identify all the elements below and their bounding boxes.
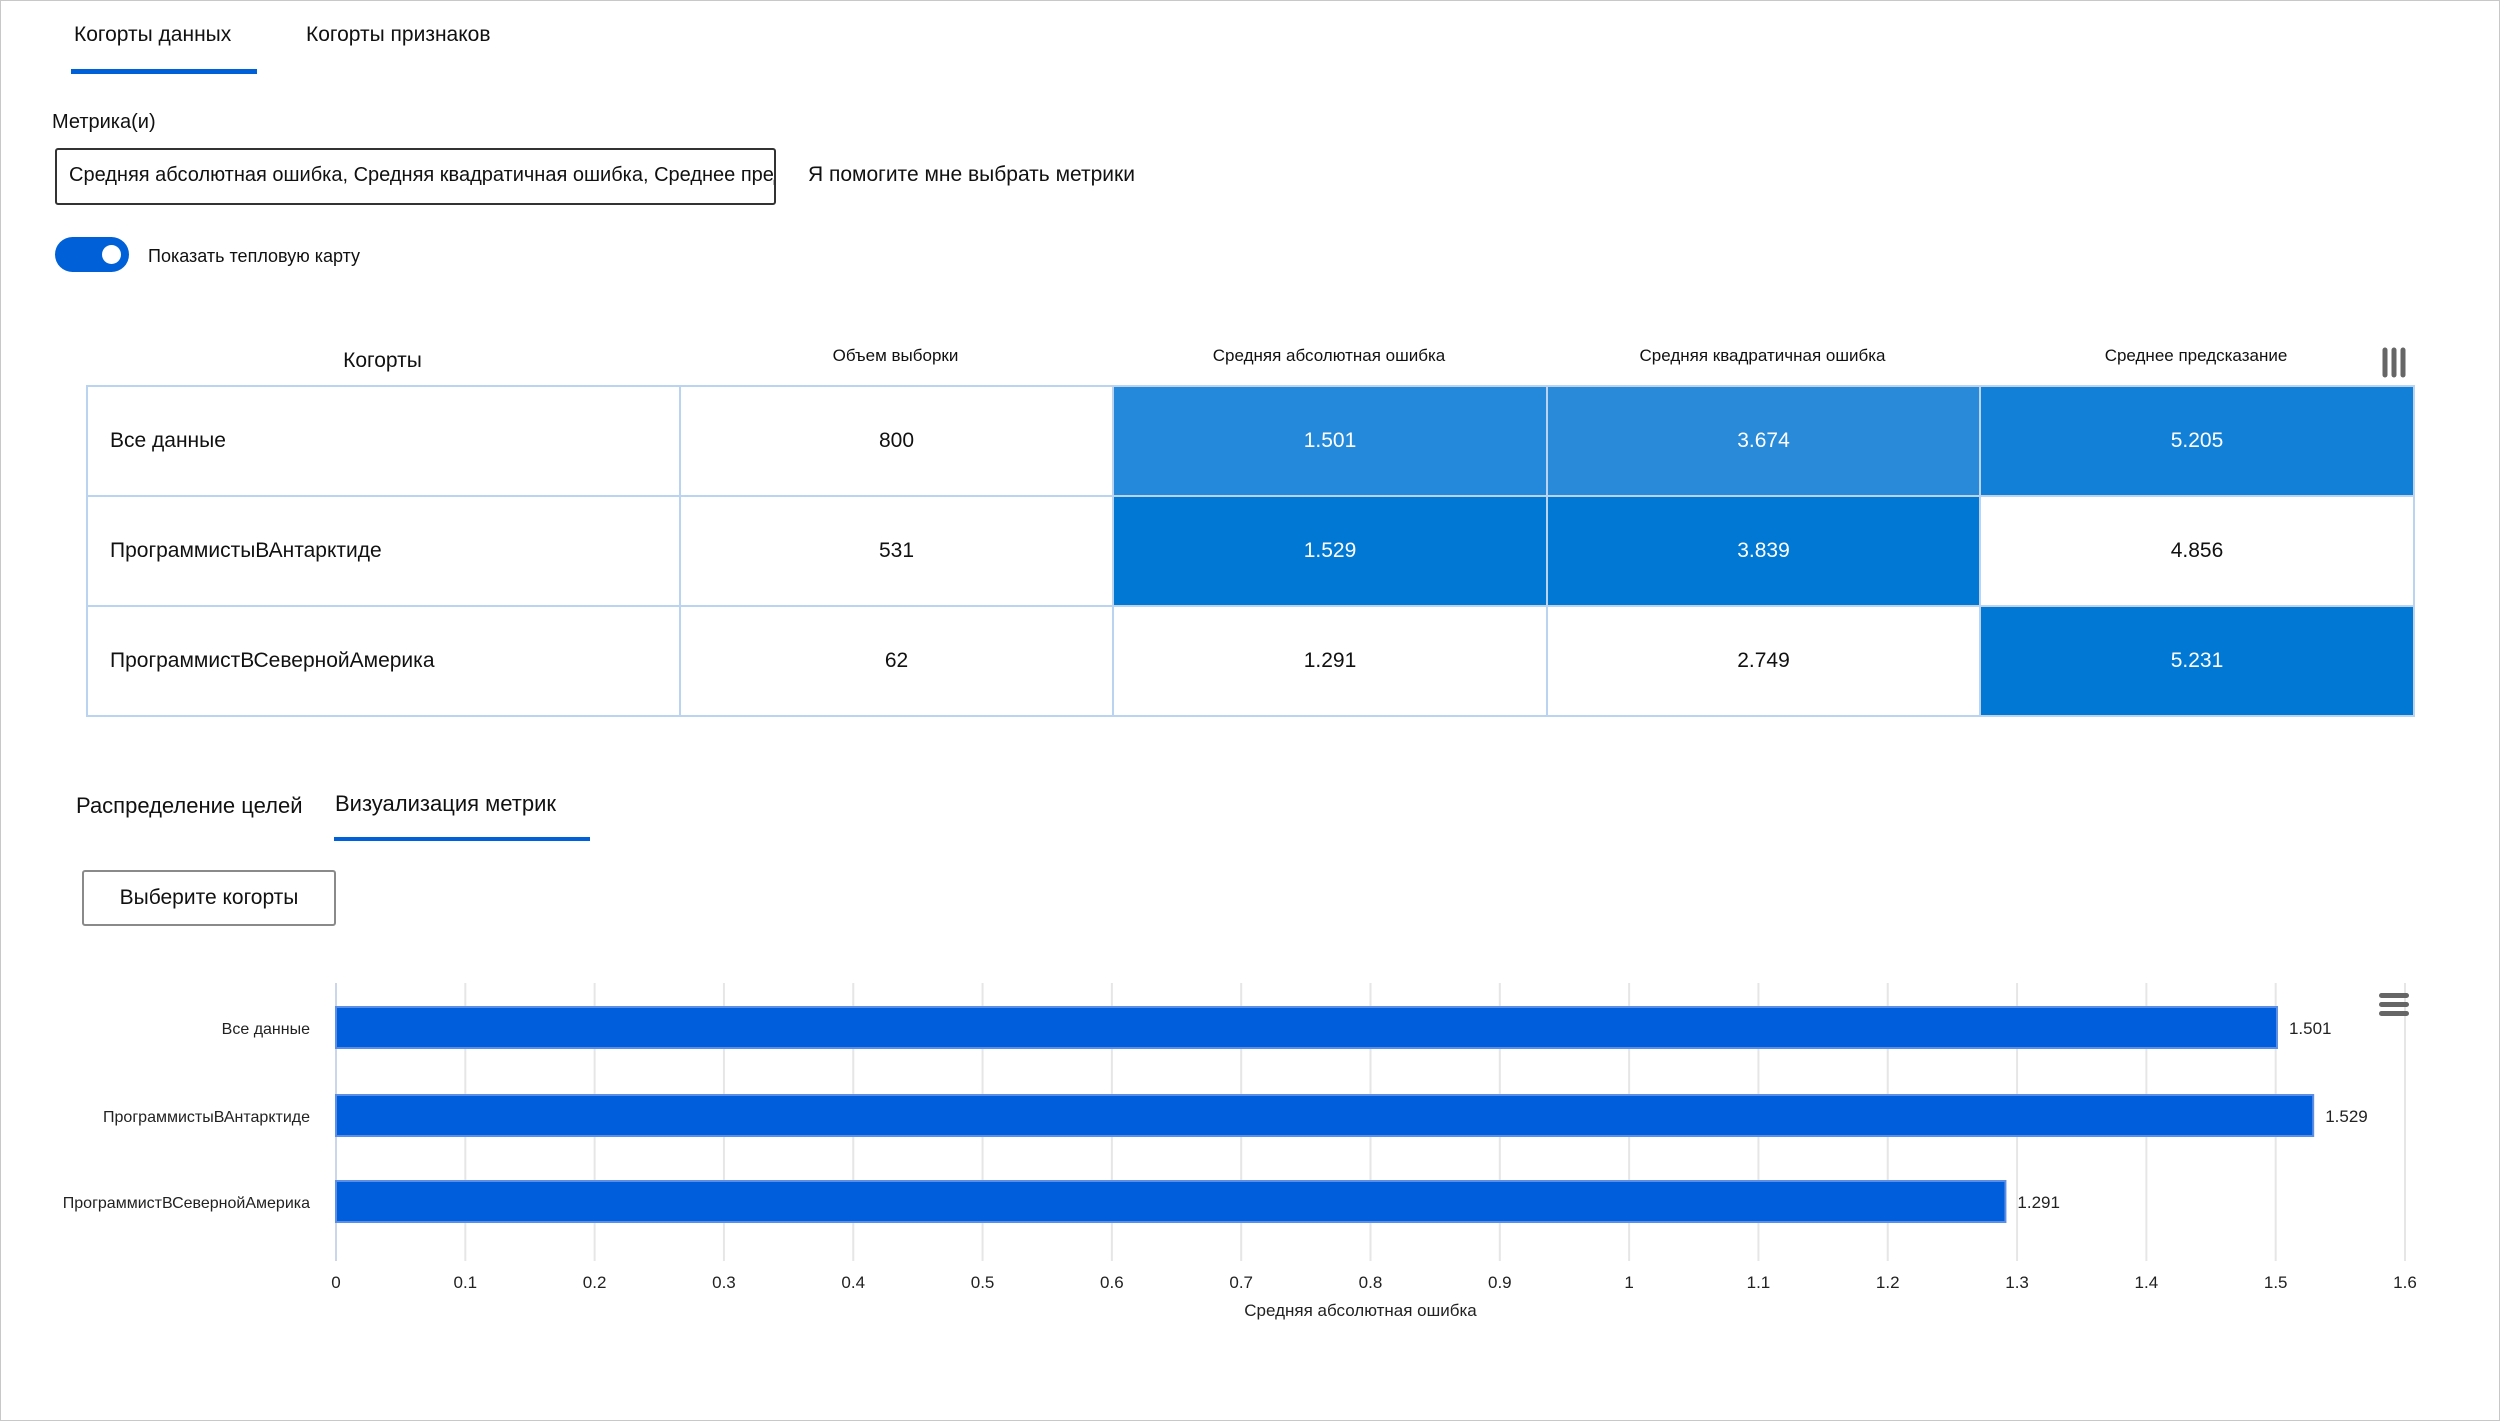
column-menu-icon[interactable] [2382, 347, 2406, 378]
x-tick-label: 1.6 [2393, 1273, 2417, 1292]
table-row: Все данные 800 1.501 3.674 5.205 [86, 385, 2415, 497]
active-tab-indicator [71, 69, 257, 74]
metric-cell: 4.856 [1979, 495, 2415, 607]
header-mae: Средняя абсолютная ошибка [1212, 346, 1446, 365]
x-tick-label: 0.7 [1229, 1273, 1253, 1292]
x-tick-label: 1 [1624, 1273, 1633, 1292]
x-tick-label: 1.5 [2264, 1273, 2288, 1292]
bar-data-label: 1.291 [2017, 1193, 2060, 1212]
cohort-name: ПрограммистыВАнтарктиде [86, 495, 681, 607]
x-tick-label: 0.4 [841, 1273, 865, 1292]
select-cohorts-button[interactable]: Выберите когорты [82, 870, 336, 926]
x-tick-label: 0.6 [1100, 1273, 1124, 1292]
x-tick-label: 1.2 [1876, 1273, 1900, 1292]
category-label: ПрограммистВСевернойАмерика [63, 1195, 310, 1212]
x-tick-label: 0.3 [712, 1273, 736, 1292]
header-mean-prediction: Среднее предсказание [2104, 346, 2288, 365]
heatmap-toggle-label: Показать тепловую карту [148, 246, 361, 266]
table-row: ПрограммистВСевернойАмерика 62 1.291 2.749 5… [86, 605, 2415, 717]
bar [335, 1094, 2315, 1137]
x-tick-label: 0.5 [971, 1273, 995, 1292]
tab-metrics-visualization[interactable]: Визуализация метрик [335, 791, 556, 817]
heatmap-toggle[interactable] [55, 237, 129, 272]
x-tick-label: 1.3 [2005, 1273, 2029, 1292]
metric-cell: 1.529 [1112, 495, 1548, 607]
x-tick-label: 0 [331, 1273, 340, 1292]
x-tick-label: 0.1 [453, 1273, 477, 1292]
mae-bar-chart: 0 0.1 0.2 0.3 0.4 0.5 0.6 0.7 0.8 0.9 1 1.1 1.2 1.3 1.… [63, 983, 2417, 1320]
metric-cell: 1.291 [1112, 605, 1548, 717]
metric-cell: 5.231 [1979, 605, 2415, 717]
active-lower-tab-indicator [334, 837, 590, 841]
metrics-label: Метрика(и) [52, 111, 156, 133]
x-tick-label: 0.2 [583, 1273, 607, 1292]
tab-feature-cohorts[interactable]: Когорты признаков [306, 23, 491, 47]
x-tick-label: 1.4 [2135, 1273, 2159, 1292]
metric-cell: 1.501 [1112, 385, 1548, 497]
bar [335, 1006, 2278, 1049]
metric-cell: 800 [679, 385, 1114, 497]
toggle-knob [102, 245, 121, 264]
tab-data-cohorts[interactable]: Когорты данных [74, 23, 231, 47]
header-mse: Средняя квадратичная ошибка [1639, 346, 1886, 365]
x-tick-label: 0.8 [1359, 1273, 1383, 1292]
cohort-metrics-table: Все данные 800 1.501 3.674 5.205 Программисты… [86, 385, 2415, 717]
bar [335, 1180, 2007, 1223]
metrics-dropdown[interactable]: Средняя абсолютная ошибка, Средняя квадр… [55, 148, 776, 205]
cohort-name: ПрограммистВСевернойАмерика [86, 605, 681, 717]
category-label: ПрограммистыВАнтарктиде [103, 1109, 310, 1126]
metric-cell: 531 [679, 495, 1114, 607]
bar-data-label: 1.529 [2325, 1107, 2368, 1126]
category-label: Все данные [222, 1021, 310, 1038]
header-sample-size: Объем выборки [832, 346, 959, 365]
metric-cell: 3.839 [1546, 495, 1981, 607]
metric-cell: 62 [679, 605, 1114, 717]
cohort-name: Все данные [86, 385, 681, 497]
x-axis-title: Средняя абсолютная ошибка [1244, 1301, 1477, 1320]
x-tick-label: 1.1 [1747, 1273, 1771, 1292]
tab-target-distribution[interactable]: Распределение целей [76, 793, 303, 819]
help-choose-metrics-link[interactable]: Я помогите мне выбрать метрики [808, 163, 1135, 187]
metric-cell: 5.205 [1979, 385, 2415, 497]
x-tick-label: 0.9 [1488, 1273, 1512, 1292]
bar-data-label: 1.501 [2289, 1019, 2332, 1038]
metric-cell: 3.674 [1546, 385, 1981, 497]
chart-menu-icon[interactable] [2379, 993, 2409, 1016]
table-row: ПрограммистыВАнтарктиде 531 1.529 3.839 4.85… [86, 495, 2415, 607]
header-cohorts: Когорты [343, 349, 422, 372]
metric-cell: 2.749 [1546, 605, 1981, 717]
